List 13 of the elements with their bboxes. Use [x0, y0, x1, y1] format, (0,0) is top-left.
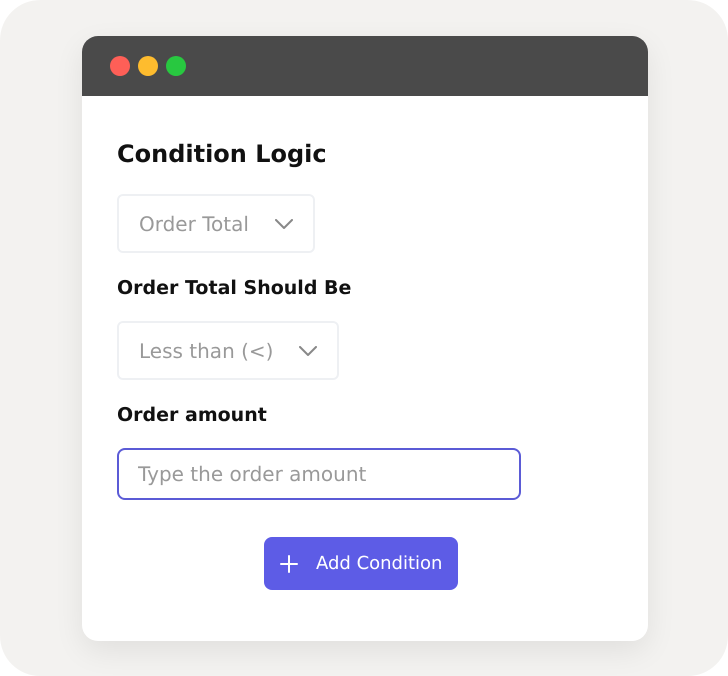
field-label: Order amount: [117, 404, 268, 426]
panel-title: Condition Logic: [117, 140, 328, 168]
dropdown[interactable]: Less than (<): [117, 321, 340, 380]
close-icon[interactable]: [110, 56, 130, 76]
minimize-icon[interactable]: [138, 56, 158, 76]
chevron-down-icon: [299, 346, 318, 356]
chevron-down-icon: [274, 218, 293, 228]
add-condition-button[interactable]: Add Condition: [264, 537, 458, 590]
field-label: Order Total Should Be: [117, 277, 352, 299]
maximize-icon[interactable]: [166, 56, 186, 76]
amount-input-field[interactable]: Type the order amount: [117, 448, 521, 500]
plus-icon: [280, 554, 298, 572]
dropdown[interactable]: Order Total: [117, 194, 315, 253]
